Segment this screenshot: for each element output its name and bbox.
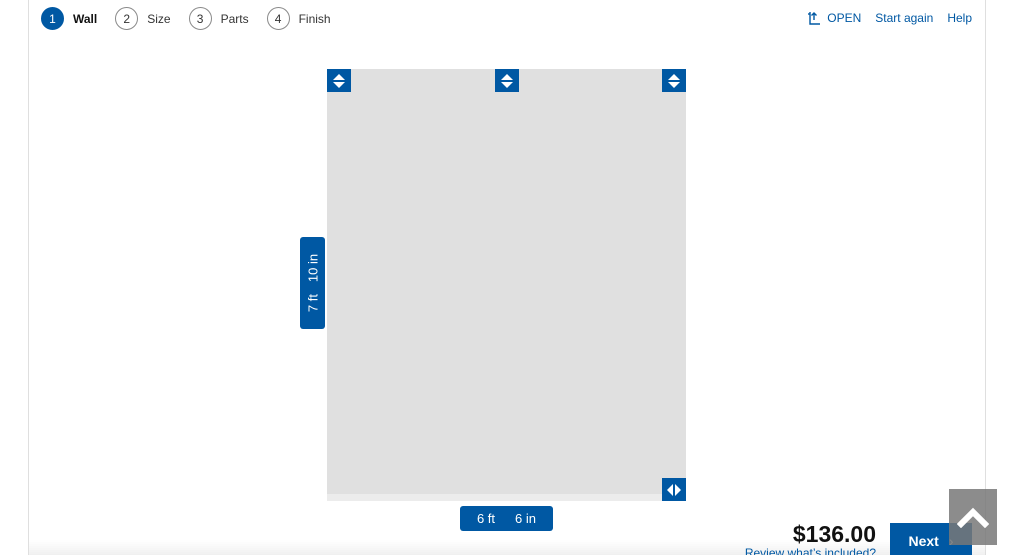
arrow-down-icon [501,81,513,88]
resize-handle-top-left[interactable] [327,69,351,92]
height-inches: 10 in [305,253,320,283]
step-number: 1 [41,7,64,30]
up-down-arrows-icon [668,73,680,80]
next-label: Next [908,533,939,549]
open-link[interactable]: OPEN [807,11,861,25]
step-number: 2 [115,7,139,30]
width-feet: 6 ft [476,511,496,526]
start-again-link[interactable]: Start again [875,11,933,25]
step-label: Wall [73,11,98,26]
up-down-arrows-icon [333,73,345,80]
open-icon [808,12,821,25]
arrow-down-icon [333,81,345,88]
step-number: 3 [188,7,212,30]
step-finish[interactable]: 4 Finish [266,7,331,30]
step-size[interactable]: 2 Size [115,7,171,30]
total-price: $136.00 [792,521,876,547]
height-dimension-badge[interactable]: 7 ft 10 in [300,237,325,329]
review-link[interactable]: Review what’s included? [745,546,876,555]
width-inches: 6 in [515,511,537,526]
height-feet: 7 ft [305,294,320,313]
step-label: Finish [298,11,331,26]
wall-canvas[interactable] [327,69,686,501]
open-label: OPEN [827,11,862,25]
chevron-up-icon [957,507,989,528]
width-dimension-badge[interactable]: 6 ft 6 in [460,506,553,531]
step-number: 4 [266,7,290,30]
left-right-arrows-icon [667,483,673,496]
wall-floor-strip [327,494,686,501]
arrow-right-icon [675,483,681,496]
top-links: OPEN Start again Help [793,11,972,25]
scroll-to-top-button[interactable] [949,489,997,545]
resize-handle-bottom-right[interactable] [662,478,686,501]
height-dimension-text: 7 ft 10 in [300,237,325,329]
step-parts[interactable]: 3 Parts [188,7,249,30]
step-wall[interactable]: 1 Wall [41,7,97,30]
step-label: Parts [220,11,249,26]
resize-handle-top-right[interactable] [662,69,686,92]
arrow-down-icon [668,81,680,88]
resize-handle-top-center[interactable] [495,69,519,92]
help-link[interactable]: Help [947,11,972,25]
step-navigation: 1 Wall 2 Size 3 Parts 4 Finish [41,7,349,30]
up-down-arrows-icon [501,73,513,80]
step-label: Size [147,11,171,26]
